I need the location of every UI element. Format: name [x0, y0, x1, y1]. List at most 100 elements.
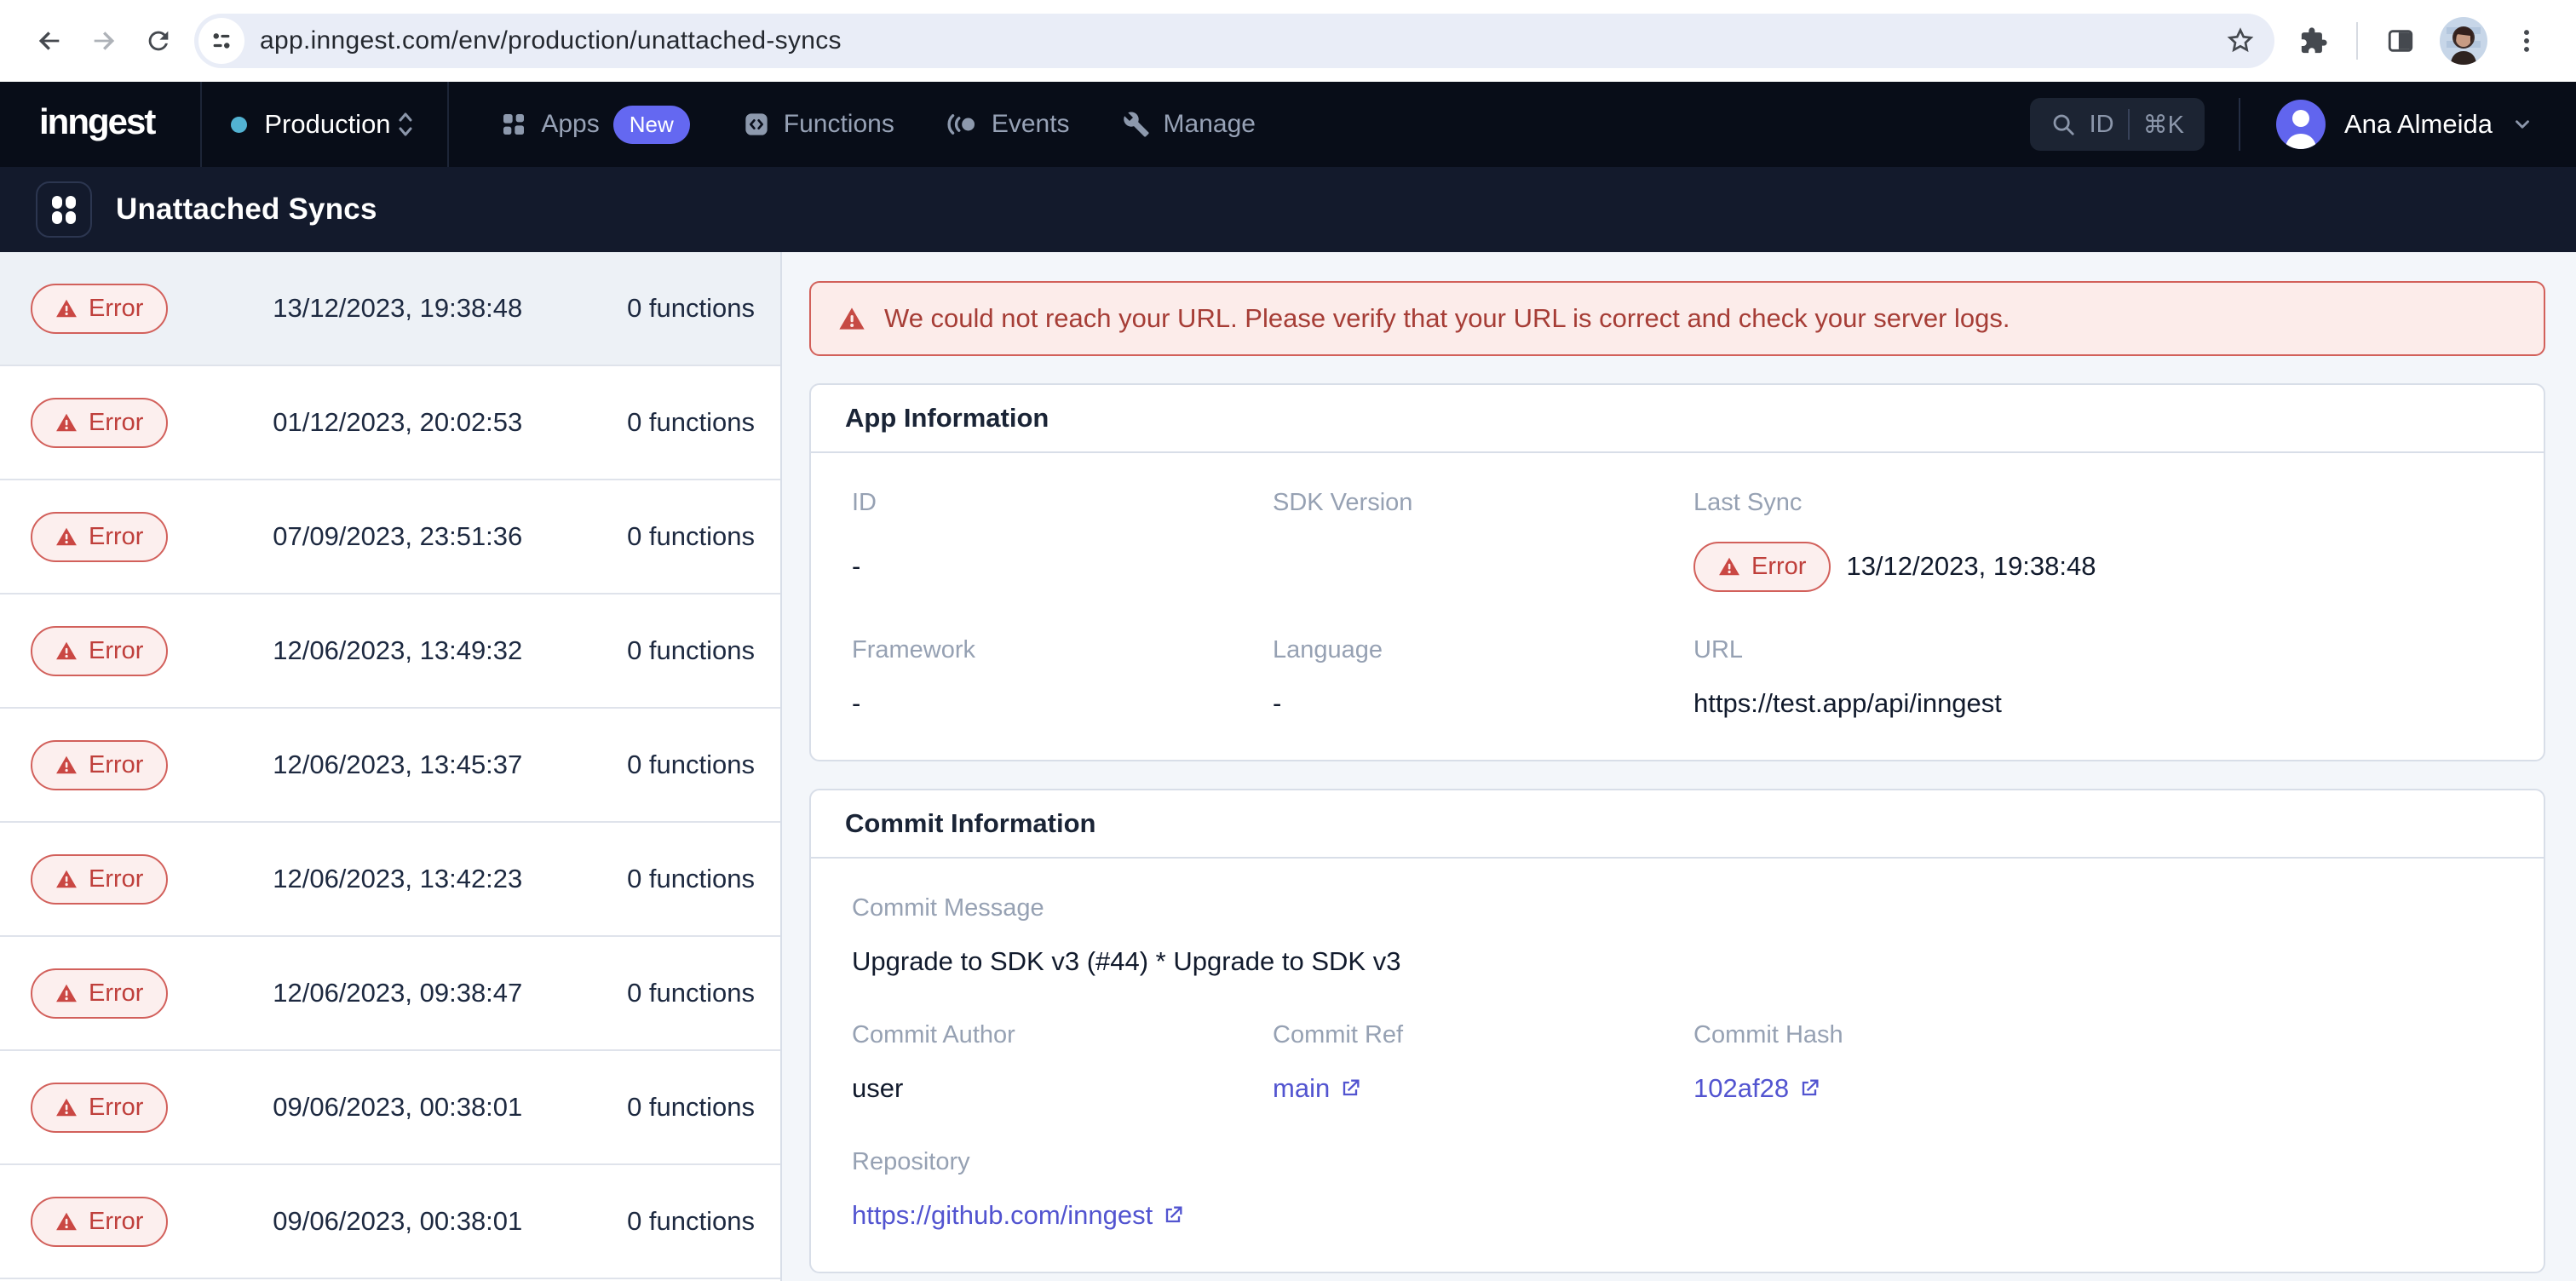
- reload-icon[interactable]: [131, 14, 186, 68]
- chevron-updown-icon: [393, 107, 418, 141]
- page-title: Unattached Syncs: [116, 192, 377, 227]
- search-icon: [2050, 112, 2076, 137]
- last-sync-time: 13/12/2023, 19:38:48: [1846, 551, 2096, 582]
- sync-function-count: 0 functions: [627, 1206, 755, 1237]
- commit-information-card: Commit Information Commit Message Upgrad…: [809, 789, 2545, 1273]
- sync-timestamp: 12/06/2023, 13:45:37: [168, 750, 627, 780]
- external-link-icon: [1338, 1077, 1362, 1100]
- status-badge: Error: [31, 1083, 168, 1133]
- extensions-icon[interactable]: [2286, 14, 2341, 68]
- status-badge: Error: [31, 512, 168, 562]
- card-title: Commit Information: [811, 790, 2544, 859]
- status-badge: Error: [31, 854, 168, 905]
- error-banner-text: We could not reach your URL. Please veri…: [884, 303, 2010, 334]
- sync-detail-panel: We could not reach your URL. Please veri…: [782, 252, 2576, 1281]
- forward-icon[interactable]: [77, 14, 131, 68]
- commit-hash-link[interactable]: 102af28: [1693, 1073, 1821, 1104]
- status-badge: Error: [31, 740, 168, 790]
- browser-chrome: app.inngest.com/env/production/unattache…: [0, 0, 2576, 82]
- warning-triangle-icon: [55, 526, 78, 548]
- nav-item-events[interactable]: Events: [947, 110, 1070, 139]
- sync-list-item[interactable]: Error 12/06/2023, 13:49:32 0 functions: [0, 595, 780, 709]
- field-language: Language -: [1273, 636, 1693, 721]
- nav-item-label: Apps: [541, 110, 599, 139]
- back-icon[interactable]: [22, 14, 77, 68]
- sync-list-item[interactable]: Error 12/06/2023, 09:38:47 0 functions: [0, 937, 780, 1051]
- field-last-sync: Last Sync Error 13/12/2023, 19:38:48: [1693, 489, 2503, 594]
- sync-list-item[interactable]: Error 12/06/2023, 13:45:37 0 functions: [0, 709, 780, 823]
- inngest-logo[interactable]: inngest: [0, 101, 200, 147]
- sync-list: Error 13/12/2023, 19:38:48 0 functions E…: [0, 252, 782, 1281]
- nav-item-apps[interactable]: Apps New: [500, 106, 689, 144]
- status-badge: Error: [1693, 542, 1831, 592]
- status-badge: Error: [31, 968, 168, 1019]
- field-url: URL https://test.app/api/inngest: [1693, 636, 2503, 721]
- sync-list-item[interactable]: Error 09/06/2023, 00:38:01 0 functions: [0, 1051, 780, 1165]
- apps-grid-icon: [500, 111, 527, 138]
- warning-triangle-icon: [55, 411, 78, 434]
- nav-divider: [447, 82, 449, 167]
- url-bar[interactable]: app.inngest.com/env/production/unattache…: [194, 14, 2274, 68]
- user-menu[interactable]: Ana Almeida: [2276, 100, 2533, 149]
- browser-profile-avatar[interactable]: [2436, 14, 2491, 68]
- sync-function-count: 0 functions: [627, 521, 755, 552]
- commit-ref-link[interactable]: main: [1273, 1073, 1362, 1104]
- sync-timestamp: 09/06/2023, 00:38:01: [168, 1092, 627, 1123]
- side-panel-icon[interactable]: [2373, 14, 2428, 68]
- unattached-syncs-icon: [36, 181, 92, 238]
- nav-item-label: Events: [992, 110, 1070, 139]
- search-label: ID: [2090, 111, 2114, 139]
- sync-list-item[interactable]: Error 13/12/2023, 19:38:48 0 functions: [0, 252, 780, 366]
- search-divider: [2128, 109, 2130, 140]
- field-commit-ref: Commit Ref main: [1273, 1021, 1693, 1106]
- warning-triangle-icon: [55, 754, 78, 776]
- sync-function-count: 0 functions: [627, 293, 755, 324]
- external-link-icon: [1797, 1077, 1821, 1100]
- external-link-icon: [1161, 1203, 1185, 1227]
- warning-triangle-icon: [55, 868, 78, 890]
- sync-list-item[interactable]: Error 12/06/2023, 13:42:23 0 functions: [0, 823, 780, 937]
- warning-triangle-icon: [1718, 555, 1740, 577]
- app-information-card: App Information ID - SDK Version Last Sy…: [809, 383, 2545, 761]
- sync-function-count: 0 functions: [627, 1092, 755, 1123]
- status-badge: Error: [31, 1197, 168, 1247]
- search-box[interactable]: ID ⌘K: [2030, 98, 2205, 151]
- user-avatar: [2276, 100, 2326, 149]
- sync-function-count: 0 functions: [627, 864, 755, 894]
- toolbar-divider: [2356, 22, 2358, 60]
- field-repository: Repository https://github.com/inngest: [852, 1148, 2503, 1232]
- sync-list-item[interactable]: Error 07/09/2023, 23:51:36 0 functions: [0, 480, 780, 595]
- top-nav: inngest Production Apps New Functions: [0, 82, 2576, 167]
- sync-function-count: 0 functions: [627, 750, 755, 780]
- environment-name: Production: [264, 109, 393, 140]
- nav-item-manage[interactable]: Manage: [1123, 110, 1256, 139]
- browser-menu-icon[interactable]: [2499, 14, 2554, 68]
- sync-function-count: 0 functions: [627, 635, 755, 666]
- field-commit-author: Commit Author user: [852, 1021, 1273, 1106]
- repository-link[interactable]: https://github.com/inngest: [852, 1200, 1185, 1231]
- manage-wrench-icon: [1123, 111, 1150, 138]
- error-banner: We could not reach your URL. Please veri…: [809, 281, 2545, 356]
- sync-timestamp: 12/06/2023, 13:49:32: [168, 635, 627, 666]
- sync-list-item[interactable]: Error 09/06/2023, 00:38:01 0 functions: [0, 1165, 780, 1279]
- sync-timestamp: 09/06/2023, 00:38:01: [168, 1206, 627, 1237]
- warning-triangle-icon: [55, 982, 78, 1004]
- sync-list-item[interactable]: Error 01/12/2023, 20:02:53 0 functions: [0, 366, 780, 480]
- field-sdk-version: SDK Version: [1273, 489, 1693, 594]
- nav-item-functions[interactable]: Functions: [743, 110, 894, 139]
- functions-code-icon: [743, 111, 770, 138]
- chevron-down-icon: [2511, 113, 2533, 135]
- field-commit-hash: Commit Hash 102af28: [1693, 1021, 2503, 1106]
- url-text[interactable]: app.inngest.com/env/production/unattache…: [260, 26, 2225, 55]
- bookmark-star-icon[interactable]: [2225, 26, 2256, 56]
- environment-status-dot: [231, 117, 247, 133]
- user-name: Ana Almeida: [2344, 109, 2493, 140]
- environment-selector[interactable]: Production: [202, 82, 447, 167]
- site-settings-icon[interactable]: [198, 18, 244, 64]
- browser-toolbar-right: [2286, 14, 2554, 68]
- page-header: Unattached Syncs: [0, 167, 2576, 252]
- status-badge: Error: [31, 284, 168, 334]
- nav-divider: [2239, 98, 2240, 151]
- card-title: App Information: [811, 385, 2544, 453]
- nav-items: Apps New Functions Events Manage: [500, 106, 1256, 144]
